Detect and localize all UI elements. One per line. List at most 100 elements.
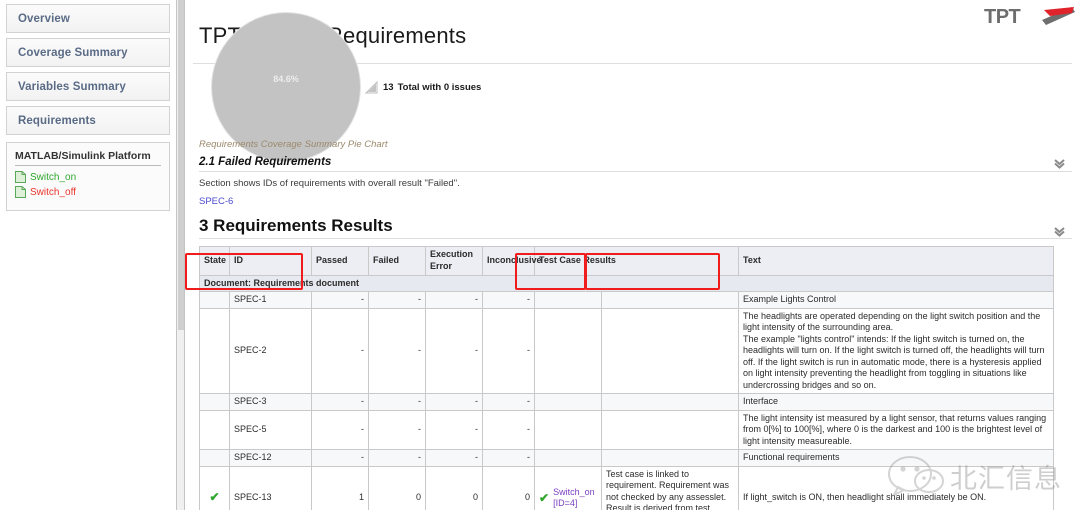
cell-test-case-result <box>534 409 602 451</box>
sidebar-item-label: Coverage Summary <box>18 46 128 59</box>
cell-state <box>199 409 230 451</box>
chevron-down-icon[interactable] <box>1053 157 1066 170</box>
cell-id: SPEC-3 <box>229 393 312 411</box>
cell-passed: - <box>311 449 369 467</box>
test-case-link[interactable]: Switch_on [ID=4] <box>553 487 595 509</box>
sidebar-item-coverage-summary[interactable]: Coverage Summary <box>6 38 170 67</box>
platform-title: MATLAB/Simulink Platform <box>15 150 161 166</box>
table-body: Document: Requirements document SPEC-1 -… <box>199 274 1054 510</box>
table-header-row: State ID Passed Failed Execution Error I… <box>199 246 1054 276</box>
cell-passed: - <box>311 409 369 451</box>
table-row[interactable]: SPEC-1 - - - - Example Lights Control <box>199 291 1054 309</box>
cell-execution-error: - <box>425 449 483 467</box>
cell-state <box>199 393 230 411</box>
cell-state <box>199 291 230 309</box>
column-header-passed[interactable]: Passed <box>311 246 369 276</box>
cell-inconclusive: - <box>482 307 535 395</box>
requirements-results-section: 3 Requirements Results <box>193 216 1072 240</box>
status-passed-icon: ✔ <box>539 490 550 505</box>
cell-inconclusive: - <box>482 409 535 451</box>
cell-test-case-result: ✔ Switch_on [ID=4] <box>534 465 602 510</box>
sidebar-item-requirements[interactable]: Requirements <box>6 106 170 135</box>
cell-test-case-result <box>534 291 602 309</box>
cell-failed: - <box>368 449 426 467</box>
cell-text: Example Lights Control <box>738 291 1054 309</box>
table-row[interactable]: ✔ SPEC-13 1 0 0 0 ✔ Switch_on [ID=4] Tes… <box>199 465 1054 510</box>
requirements-coverage-pie-chart: 84.6% 13 Total with 0 issues Requirements… <box>193 12 1072 163</box>
column-header-state[interactable]: State <box>199 246 230 276</box>
column-header-test-case-results[interactable]: Test Case Results <box>534 246 739 276</box>
column-header-inconclusive[interactable]: Inconclusive <box>482 246 542 276</box>
failed-requirements-section: 2.1 Failed Requirements Section shows ID… <box>193 156 1072 207</box>
cell-text: Interface <box>738 393 1054 411</box>
table-header: State ID Passed Failed Execution Error I… <box>199 246 1054 276</box>
table-row[interactable]: SPEC-2 - - - - The headlights are operat… <box>199 307 1054 395</box>
cell-failed: - <box>368 409 426 451</box>
pie-percent-label: 84.6% <box>273 74 299 85</box>
column-header-failed[interactable]: Failed <box>368 246 426 276</box>
vertical-scrollbar[interactable] <box>176 0 185 510</box>
column-header-execution-error[interactable]: Execution Error <box>425 246 483 276</box>
platform-file-label: Switch_off <box>30 186 76 198</box>
cell-id: SPEC-5 <box>229 409 312 451</box>
platform-file-switch-off[interactable]: Switch_off <box>15 186 161 198</box>
status-passed-icon: ✔ <box>209 489 220 504</box>
pie-legend: 13 Total with 0 issues <box>365 81 481 94</box>
cell-test-case-text <box>601 307 739 395</box>
cell-inconclusive: - <box>482 393 535 411</box>
test-case-name: Switch_on <box>553 486 595 497</box>
cell-execution-error: - <box>425 307 483 395</box>
sidebar-item-variables-summary[interactable]: Variables Summary <box>6 72 170 101</box>
report-window: Overview Coverage Summary Variables Summ… <box>0 0 1080 510</box>
chevron-down-icon[interactable] <box>1053 225 1066 238</box>
cell-text: If light_switch is ON, then headlight sh… <box>738 465 1054 510</box>
cell-id: SPEC-13 <box>229 465 312 510</box>
table-row[interactable]: SPEC-3 - - - - Interface <box>199 393 1054 411</box>
pie-legend-desc: Total with 0 issues <box>397 82 482 94</box>
cell-failed: - <box>368 291 426 309</box>
cell-test-case-result <box>534 307 602 395</box>
section-heading-results: 3 Requirements Results <box>199 216 1072 240</box>
cell-test-case-text: Test case is linked to requirement. Requ… <box>601 465 739 510</box>
cell-execution-error: - <box>425 291 483 309</box>
table-row[interactable]: SPEC-12 - - - - Functional requirements <box>199 449 1054 467</box>
table-row[interactable]: SPEC-5 - - - - The light intensity ist m… <box>199 409 1054 451</box>
cell-text: Functional requirements <box>738 449 1054 467</box>
column-header-text[interactable]: Text <box>738 246 1054 276</box>
tpt-logo: TPT <box>984 6 1075 28</box>
sidebar-item-label: Requirements <box>18 114 96 127</box>
cell-state <box>199 307 230 395</box>
cell-state: ✔ <box>199 465 230 510</box>
column-header-id[interactable]: ID <box>229 246 312 276</box>
cell-state <box>199 449 230 467</box>
cell-inconclusive: - <box>482 449 535 467</box>
cell-failed: - <box>368 393 426 411</box>
platform-panel: MATLAB/Simulink Platform Switch_on Switc… <box>6 142 170 211</box>
wedge-icon <box>365 81 378 94</box>
cell-execution-error: 0 <box>425 465 483 510</box>
sidebar-item-overview[interactable]: Overview <box>6 4 170 33</box>
sidebar-item-label: Overview <box>18 12 70 25</box>
platform-file-switch-on[interactable]: Switch_on <box>15 171 161 183</box>
table-group-label: Document: Requirements document <box>199 274 1054 293</box>
platform-file-label: Switch_on <box>30 171 77 183</box>
sidebar: Overview Coverage Summary Variables Summ… <box>0 0 185 510</box>
cell-test-case-text <box>601 409 739 451</box>
sidebar-item-label: Variables Summary <box>18 80 126 93</box>
cell-test-case-result <box>534 393 602 411</box>
failed-requirement-link-spec6[interactable]: SPEC-6 <box>199 196 1072 207</box>
pie-legend-count: 13 <box>383 82 394 94</box>
requirements-results-table: State ID Passed Failed Execution Error I… <box>199 246 1054 510</box>
report-content: TPT Report: Requirements TPT 84.6% 13Tot… <box>185 0 1080 510</box>
cell-failed: - <box>368 307 426 395</box>
document-icon <box>15 186 26 198</box>
failed-requirements-description: Section shows IDs of requirements with o… <box>199 178 460 190</box>
cell-test-case-text <box>601 291 739 309</box>
cell-text: The light intensity ist measured by a li… <box>738 409 1054 451</box>
scrollbar-thumb[interactable] <box>178 0 184 330</box>
section-heading-failed: 2.1 Failed Requirements <box>199 156 1072 173</box>
cell-test-case-text <box>601 449 739 467</box>
cell-failed: 0 <box>368 465 426 510</box>
cell-id: SPEC-12 <box>229 449 312 467</box>
cell-id: SPEC-1 <box>229 291 312 309</box>
